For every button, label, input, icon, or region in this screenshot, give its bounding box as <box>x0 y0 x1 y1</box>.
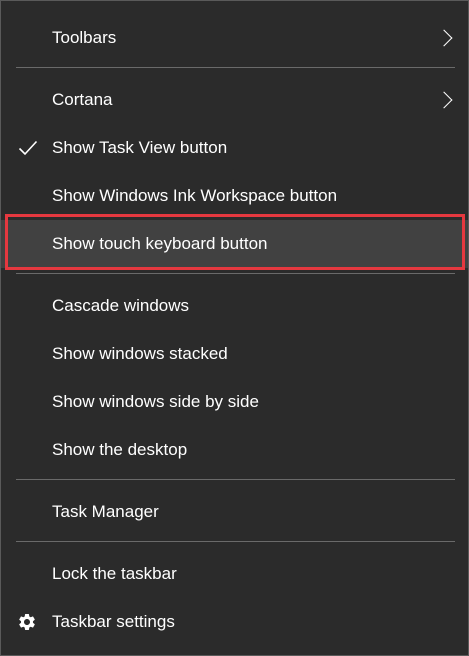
gear-icon <box>19 614 35 630</box>
menu-item-show-windows-side-by-side[interactable]: Show windows side by side <box>1 378 468 426</box>
menu-item-label: Lock the taskbar <box>52 564 177 583</box>
chevron-right-icon <box>435 91 453 109</box>
menu-item-label: Cascade windows <box>52 296 190 315</box>
menu-separator <box>16 479 455 480</box>
menu-item-label: Cortana <box>52 90 113 109</box>
menu-item-cortana[interactable]: Cortana <box>1 76 468 124</box>
menu-item-task-manager[interactable]: Task Manager <box>1 488 468 536</box>
taskbar-context-menu: Toolbars Cortana Show Task View button S… <box>0 0 469 656</box>
menu-item-label: Show Task View button <box>52 138 228 157</box>
menu-item-lock-the-taskbar[interactable]: Lock the taskbar <box>1 550 468 598</box>
menu-separator <box>16 273 455 274</box>
menu-item-label: Task Manager <box>52 502 159 521</box>
menu-item-show-windows-ink-workspace-button[interactable]: Show Windows Ink Workspace button <box>1 172 468 220</box>
checkmark-icon <box>18 140 38 156</box>
menu-item-toolbars[interactable]: Toolbars <box>1 14 468 62</box>
menu-item-show-task-view-button[interactable]: Show Task View button <box>1 124 468 172</box>
menu-item-show-windows-stacked[interactable]: Show windows stacked <box>1 330 468 378</box>
menu-item-show-touch-keyboard-button[interactable]: Show touch keyboard button <box>1 220 468 268</box>
menu-separator <box>16 541 455 542</box>
menu-item-label: Taskbar settings <box>52 612 175 631</box>
menu-item-label: Show the desktop <box>52 440 188 459</box>
menu-separator <box>16 67 455 68</box>
menu-item-show-the-desktop[interactable]: Show the desktop <box>1 426 468 474</box>
menu-item-label: Show windows side by side <box>52 392 259 411</box>
menu-item-taskbar-settings[interactable]: Taskbar settings <box>1 598 468 646</box>
menu-item-label: Show Windows Ink Workspace button <box>52 186 338 205</box>
menu-item-label: Show touch keyboard button <box>52 234 268 253</box>
menu-item-cascade-windows[interactable]: Cascade windows <box>1 282 468 330</box>
menu-item-label: Show windows stacked <box>52 344 228 363</box>
chevron-right-icon <box>435 29 453 47</box>
menu-item-label: Toolbars <box>52 28 117 47</box>
